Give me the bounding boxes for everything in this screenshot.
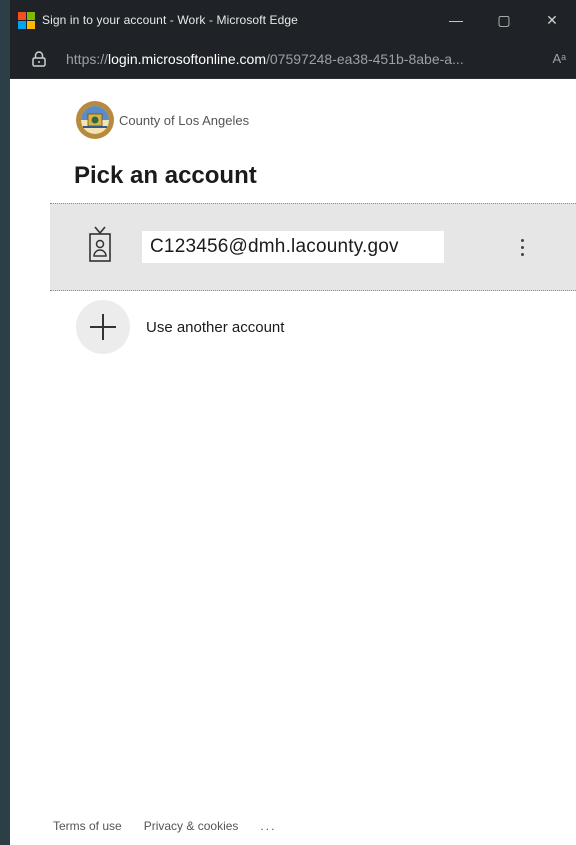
- org-branding: County of Los Angeles: [75, 100, 249, 140]
- desktop-background: [0, 0, 10, 845]
- use-another-account-label: Use another account: [146, 318, 285, 336]
- org-name: County of Los Angeles: [119, 112, 250, 128]
- lock-icon[interactable]: [32, 51, 46, 67]
- plus-icon: [76, 300, 130, 354]
- window-controls: — ▢ ✕: [432, 0, 576, 40]
- address-bar[interactable]: https://login.microsoftonline.com/075972…: [10, 40, 576, 79]
- terms-link[interactable]: Terms of use: [53, 819, 122, 833]
- use-another-account[interactable]: Use another account: [76, 300, 284, 354]
- url-scheme: https://: [66, 51, 109, 67]
- read-aloud-icon[interactable]: Aᵃ: [552, 51, 566, 66]
- title-bar: Sign in to your account - Work - Microso…: [10, 0, 576, 40]
- sign-in-content: County of Los Angeles Pick an account C1…: [10, 78, 576, 845]
- account-email: C123456@dmh.lacounty.gov: [142, 231, 444, 263]
- minimize-button[interactable]: —: [432, 0, 480, 40]
- more-options-button[interactable]: [512, 232, 532, 262]
- url-text[interactable]: https://login.microsoftonline.com/075972…: [66, 51, 506, 67]
- url-path: /07597248-ea38-451b-8abe-a...: [266, 51, 464, 67]
- browser-window: Sign in to your account - Work - Microso…: [10, 0, 576, 845]
- page-title: Pick an account: [74, 162, 257, 189]
- maximize-button[interactable]: ▢: [480, 0, 528, 40]
- close-button[interactable]: ✕: [528, 0, 576, 40]
- badge-icon: [89, 226, 111, 262]
- more-footer-button[interactable]: ...: [260, 819, 276, 833]
- account-tile[interactable]: C123456@dmh.lacounty.gov: [50, 203, 576, 291]
- privacy-link[interactable]: Privacy & cookies: [144, 819, 239, 833]
- county-seal-icon: [76, 101, 114, 139]
- footer: Terms of use Privacy & cookies ...: [53, 819, 298, 833]
- url-host: login.microsoftonline.com: [108, 51, 266, 67]
- windows-logo-icon: [18, 11, 35, 29]
- window-title: Sign in to your account - Work - Microso…: [42, 13, 298, 27]
